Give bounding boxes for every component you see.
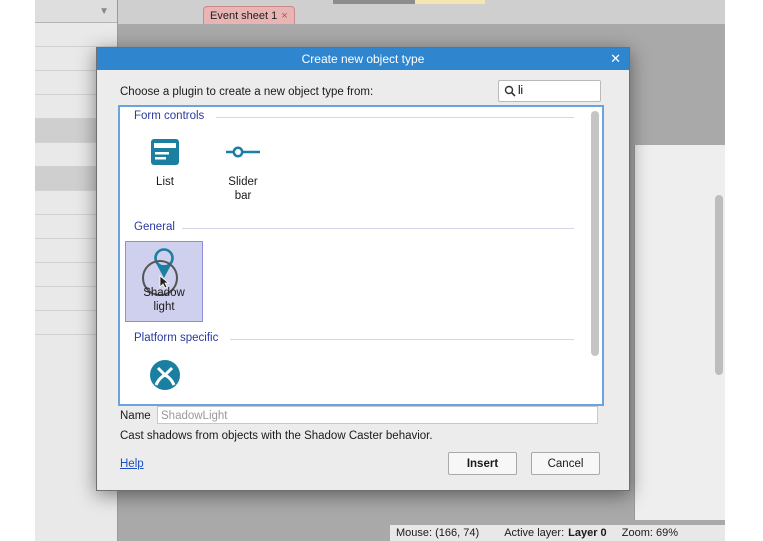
dialog-prompt: Choose a plugin to create a new object t… <box>120 86 374 98</box>
insert-button[interactable]: Insert <box>448 452 517 475</box>
right-panel-scrollbar[interactable] <box>715 195 723 375</box>
tab-bar: Event sheet 1 × <box>118 0 725 25</box>
slider-bar-icon <box>226 146 260 158</box>
left-panel-header: ▼ <box>35 0 117 23</box>
help-link[interactable]: Help <box>120 458 144 470</box>
plugin-label-line2: light <box>153 301 175 313</box>
plugin-label-line1: List <box>156 176 174 188</box>
active-layer-label: Active layer: <box>504 527 565 539</box>
search-input[interactable] <box>518 83 596 99</box>
tab-label: Event sheet 1 <box>210 10 278 22</box>
dialog-titlebar[interactable]: Create new object type ✕ <box>97 48 629 70</box>
plugin-item-list[interactable]: List <box>128 129 202 207</box>
section-header-general: General <box>134 221 175 233</box>
name-field[interactable]: ShadowLight <box>157 406 598 424</box>
mouse-position: Mouse: (166, 74) <box>396 527 480 539</box>
active-layer-value: Layer 0 <box>568 527 607 539</box>
plugin-description: Cast shadows from objects with the Shado… <box>120 430 433 442</box>
close-icon[interactable]: ✕ <box>610 51 621 67</box>
toolbar-strip <box>333 0 415 4</box>
right-panel <box>634 145 725 520</box>
create-object-dialog: Create new object type ✕ Choose a plugin… <box>96 47 630 491</box>
section-divider <box>182 228 574 229</box>
status-bar: Mouse: (166, 74) Active layer: Layer 0 Zo… <box>390 524 725 541</box>
xbox-icon <box>150 360 180 390</box>
dialog-title: Create new object type <box>301 52 425 66</box>
plugin-item-shadow-light[interactable]: Shadow light <box>125 241 203 322</box>
tab-event-sheet-1[interactable]: Event sheet 1 × <box>203 6 295 25</box>
plugin-label-line1: Slider <box>228 176 258 188</box>
section-divider <box>216 117 574 118</box>
list-icon <box>151 139 179 165</box>
plugin-item-xbox[interactable] <box>128 351 202 404</box>
plugin-label-line2: bar <box>234 190 252 202</box>
zoom-level: Zoom: 69% <box>621 527 678 539</box>
section-header-form-controls: Form controls <box>134 110 205 122</box>
search-icon <box>504 85 516 97</box>
section-header-platform-specific: Platform specific <box>134 332 219 344</box>
search-box[interactable] <box>498 80 601 102</box>
plugin-list-scrollbar[interactable] <box>591 111 599 356</box>
plugin-label-line1: Shadow <box>143 287 185 299</box>
cancel-button[interactable]: Cancel <box>531 452 600 475</box>
plugin-item-slider-bar[interactable]: Slider bar <box>206 129 280 207</box>
name-label: Name <box>120 410 151 422</box>
collapse-arrow-icon[interactable]: ▼ <box>99 6 109 17</box>
toolbar-strip <box>415 0 485 4</box>
section-divider <box>230 339 574 340</box>
plugin-list[interactable]: Form controls List Slider bar General Sh… <box>118 105 604 406</box>
left-panel-row[interactable] <box>35 23 117 47</box>
tab-close-icon[interactable]: × <box>281 10 287 22</box>
